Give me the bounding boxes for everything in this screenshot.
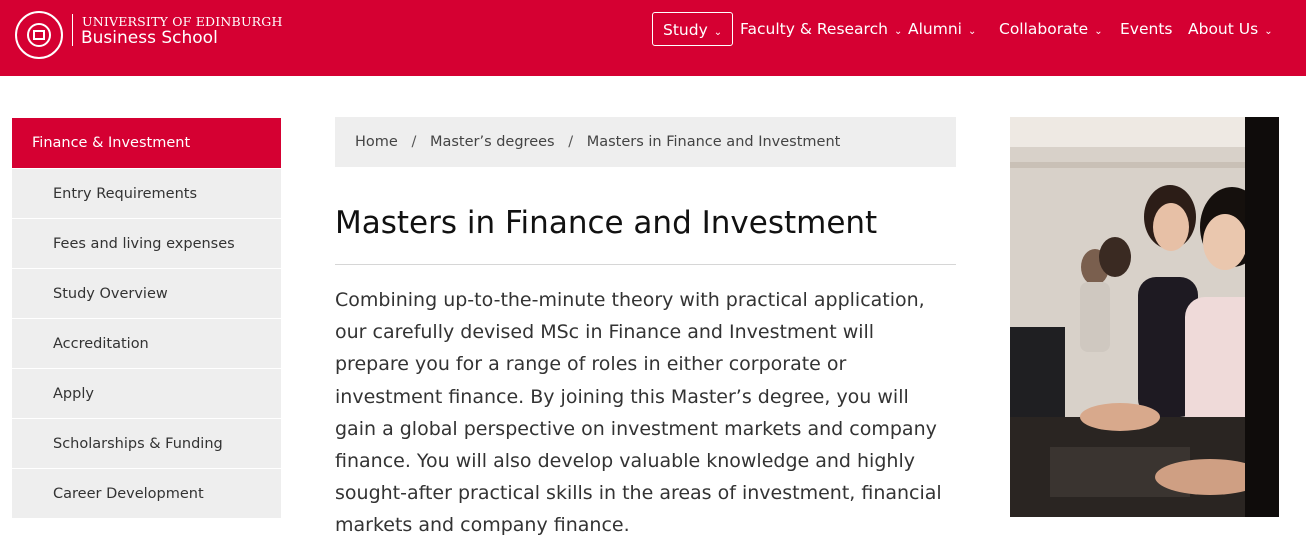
students-photo-illustration [1010, 117, 1279, 517]
logo-divider [72, 14, 73, 46]
breadcrumb: Home / Master’s degrees / Masters in Fin… [335, 117, 956, 167]
chevron-down-icon: ⌄ [713, 27, 723, 38]
logo-university-name[interactable]: UNIVERSITY OF EDINBURGH [82, 14, 283, 29]
sidebar-item-fees[interactable]: Fees and living expenses [12, 218, 281, 268]
chevron-down-icon: ⌄ [1264, 26, 1273, 37]
nav-item-label: About Us [1188, 20, 1259, 38]
nav-item-label: Collaborate [999, 20, 1089, 38]
nav-item-label: Faculty & Research [740, 20, 888, 38]
logo-school-name[interactable]: Business School [81, 28, 218, 48]
nav-about-us[interactable]: About Us ⌄ [1188, 12, 1273, 46]
intro-paragraph: Combining up-to-the-minute theory with p… [335, 289, 942, 537]
chevron-down-icon: ⌄ [893, 26, 903, 37]
sidebar-item-accreditation[interactable]: Accreditation [12, 318, 281, 368]
title-divider [335, 264, 956, 265]
sidebar-item-career-development[interactable]: Career Development [12, 468, 281, 518]
nav-item-label: Events [1120, 20, 1173, 38]
breadcrumb-separator: / [568, 134, 574, 150]
sidebar-item-apply[interactable]: Apply [12, 368, 281, 418]
sidebar-heading[interactable]: Finance & Investment [12, 118, 281, 168]
sidebar-item-study-overview[interactable]: Study Overview [12, 268, 281, 318]
nav-faculty-research[interactable]: Faculty & Research ⌄ [740, 12, 902, 46]
university-seal-icon[interactable] [15, 11, 63, 59]
breadcrumb-current: Masters in Finance and Investment [586, 134, 841, 150]
section-sidebar: Finance & Investment Entry Requirements … [12, 118, 281, 518]
breadcrumb-masters-degrees[interactable]: Master’s degrees [430, 134, 555, 150]
chevron-down-icon: ⌄ [1094, 26, 1103, 37]
nav-item-label: Study [663, 21, 708, 39]
breadcrumb-home[interactable]: Home [355, 134, 398, 150]
site-header: UNIVERSITY OF EDINBURGH Business School … [0, 0, 1306, 76]
chevron-down-icon: ⌄ [967, 26, 977, 37]
nav-item-label: Alumni [908, 20, 962, 38]
nav-alumni[interactable]: Alumni ⌄ [908, 12, 976, 46]
sidebar-item-entry-requirements[interactable]: Entry Requirements [12, 168, 281, 218]
nav-collaborate[interactable]: Collaborate ⌄ [999, 12, 1103, 46]
nav-events[interactable]: Events [1120, 12, 1172, 46]
sidebar-item-scholarships[interactable]: Scholarships & Funding [12, 418, 281, 468]
page-title: Masters in Finance and Investment [335, 205, 878, 241]
breadcrumb-separator: / [411, 134, 417, 150]
nav-study[interactable]: Study ⌄ [652, 12, 734, 46]
students-photo [1010, 117, 1279, 517]
